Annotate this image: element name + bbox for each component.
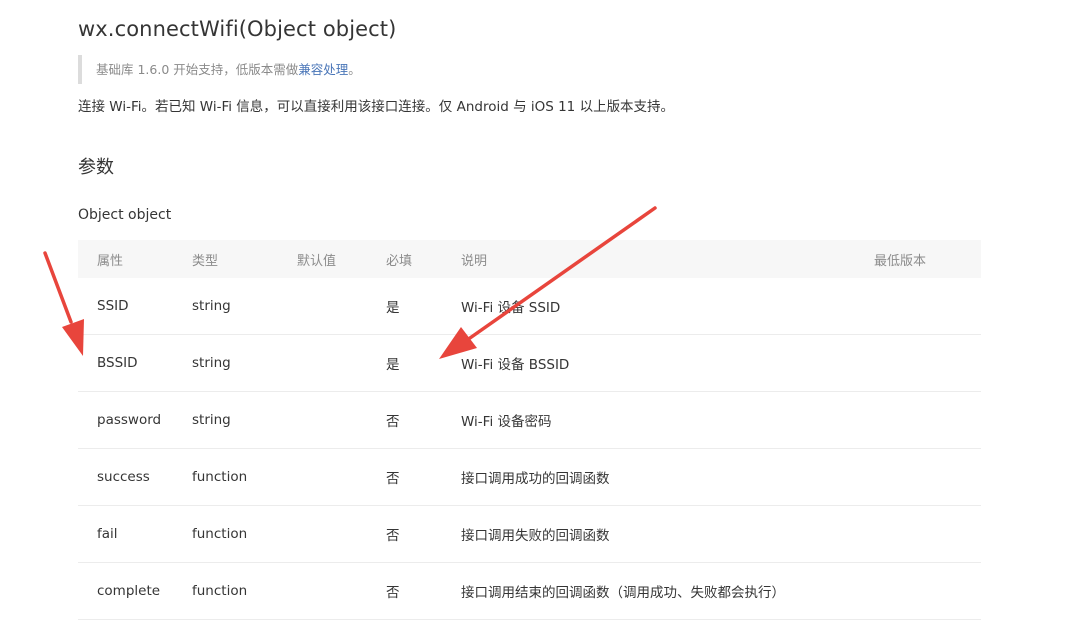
header-description: 说明 <box>461 240 874 278</box>
header-default: 默认值 <box>297 240 386 278</box>
cell-type: function <box>192 448 297 506</box>
cell-description: Wi-Fi 设备 BSSID <box>461 334 874 392</box>
cell-type: function <box>192 505 297 563</box>
table-header-row: 属性 类型 默认值 必填 说明 最低版本 <box>78 240 981 278</box>
cell-version <box>874 334 981 392</box>
cell-required: 否 <box>386 391 461 449</box>
object-label: Object object <box>78 207 172 223</box>
header-min-version: 最低版本 <box>874 240 981 278</box>
cell-name: complete <box>78 562 192 620</box>
cell-description: Wi-Fi 设备密码 <box>461 391 874 449</box>
cell-name: success <box>78 448 192 506</box>
cell-default <box>297 505 386 563</box>
cell-description: 接口调用失败的回调函数 <box>461 505 874 563</box>
params-heading: 参数 <box>78 157 114 178</box>
version-note-text: 基础库 1.6.0 开始支持，低版本需做 <box>96 62 299 77</box>
compat-link[interactable]: 兼容处理 <box>298 62 348 77</box>
cell-type: string <box>192 391 297 449</box>
cell-description: 接口调用成功的回调函数 <box>461 448 874 506</box>
header-required: 必填 <box>386 240 461 278</box>
version-note: 基础库 1.6.0 开始支持，低版本需做兼容处理。 <box>78 55 361 84</box>
header-property: 属性 <box>78 240 192 278</box>
cell-default <box>297 278 386 335</box>
table-row: complete function 否 接口调用结束的回调函数（调用成功、失败都… <box>78 562 981 620</box>
api-description: 连接 Wi-Fi。若已知 Wi-Fi 信息，可以直接利用该接口连接。仅 Andr… <box>78 99 675 115</box>
cell-type: string <box>192 334 297 392</box>
cell-type: string <box>192 278 297 335</box>
cell-version <box>874 562 981 620</box>
cell-version <box>874 278 981 335</box>
cell-version <box>874 448 981 506</box>
cell-default <box>297 334 386 392</box>
table-row: BSSID string 是 Wi-Fi 设备 BSSID <box>78 334 981 392</box>
table-row: password string 否 Wi-Fi 设备密码 <box>78 391 981 449</box>
cell-name: password <box>78 391 192 449</box>
version-note-suffix: 。 <box>348 62 361 77</box>
cell-required: 否 <box>386 562 461 620</box>
cell-required: 是 <box>386 334 461 392</box>
cell-required: 否 <box>386 505 461 563</box>
cell-name: BSSID <box>78 334 192 392</box>
cell-default <box>297 448 386 506</box>
cell-required: 否 <box>386 448 461 506</box>
cell-name: SSID <box>78 278 192 335</box>
cell-default <box>297 562 386 620</box>
header-type: 类型 <box>192 240 297 278</box>
api-title: wx.connectWifi(Object object) <box>78 17 397 41</box>
cell-version <box>874 391 981 449</box>
cell-name: fail <box>78 505 192 563</box>
cell-required: 是 <box>386 278 461 335</box>
cell-description: 接口调用结束的回调函数（调用成功、失败都会执行） <box>461 562 874 620</box>
cell-version <box>874 505 981 563</box>
table-row: SSID string 是 Wi-Fi 设备 SSID <box>78 278 981 335</box>
cell-default <box>297 391 386 449</box>
table-row: success function 否 接口调用成功的回调函数 <box>78 448 981 506</box>
cell-type: function <box>192 562 297 620</box>
table-row: fail function 否 接口调用失败的回调函数 <box>78 505 981 563</box>
cell-description: Wi-Fi 设备 SSID <box>461 278 874 335</box>
params-table: 属性 类型 默认值 必填 说明 最低版本 SSID string 是 Wi-Fi… <box>78 240 981 620</box>
